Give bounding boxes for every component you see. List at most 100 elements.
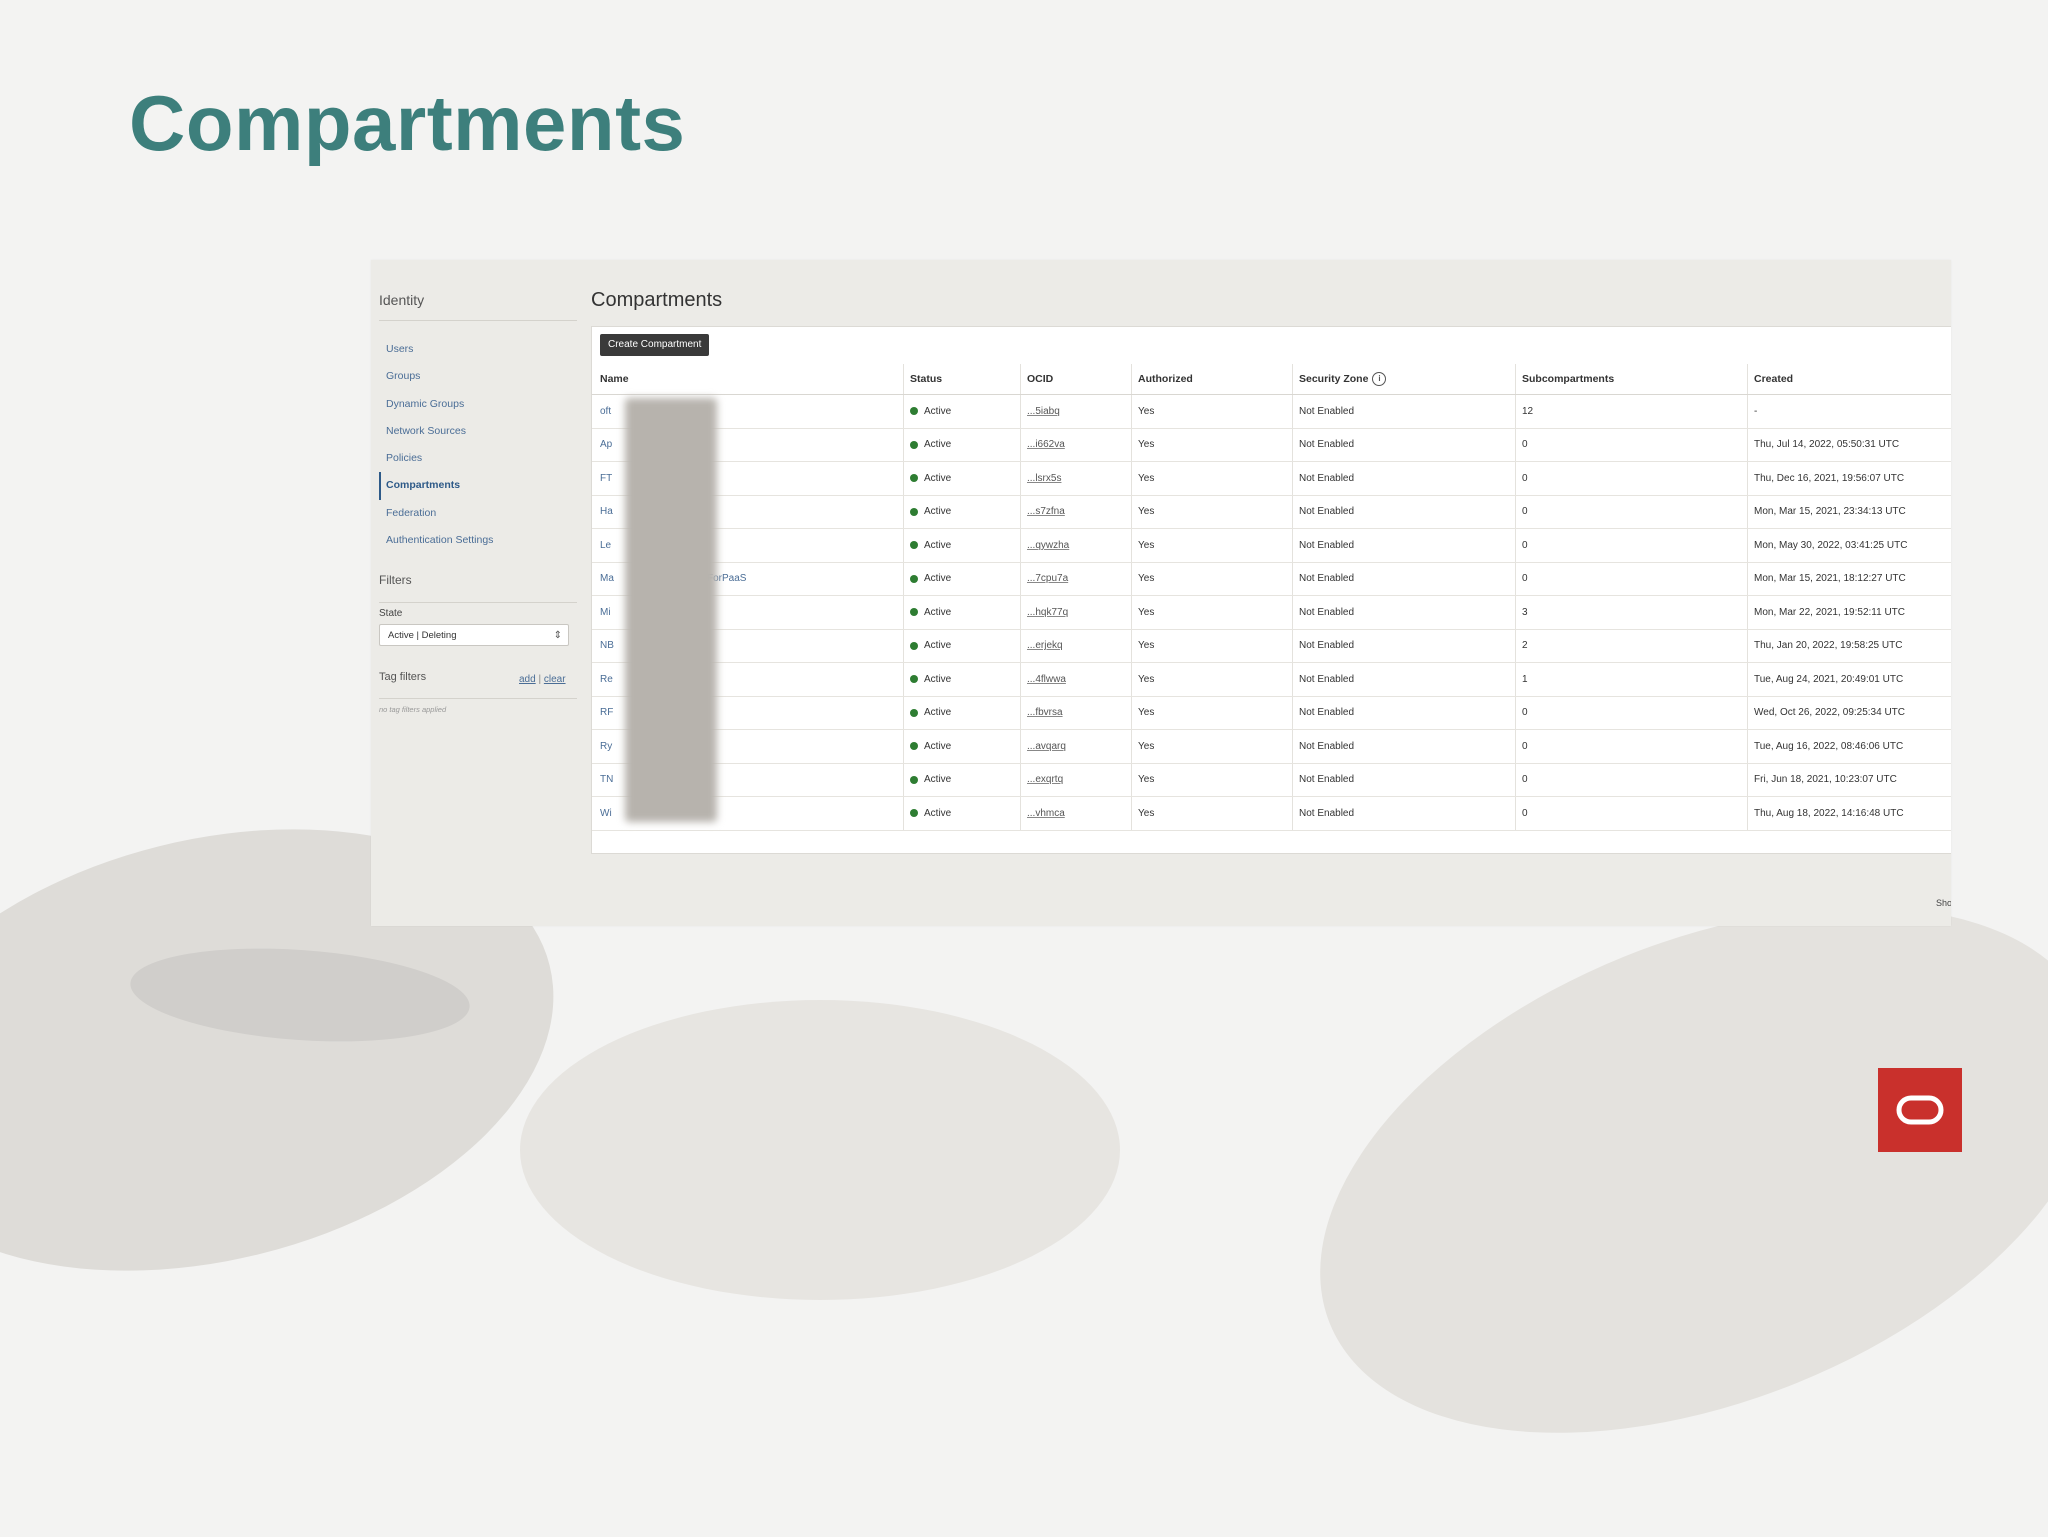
sub-value: 3 (1522, 606, 1528, 618)
sidebar-item-users[interactable]: Users (379, 336, 579, 363)
compartment-name-link[interactable]: Re (600, 674, 613, 685)
compartment-name-link[interactable]: Ry (600, 741, 612, 752)
info-icon[interactable]: i (1372, 372, 1387, 386)
column-separator (1020, 529, 1021, 562)
state-select[interactable]: Active | Deleting ⇕ (379, 624, 569, 646)
authorized-value: Yes (1138, 807, 1155, 819)
authorized-value: Yes (1138, 740, 1155, 752)
table-row: RF Active ...fbvrsa Yes Not Enabled 0 Wed, Oct… (592, 696, 1951, 730)
sub-value: 0 (1522, 506, 1528, 518)
ocid-link[interactable]: ...lsrx5s (1027, 473, 1061, 484)
column-separator (1747, 730, 1748, 763)
ocid-link[interactable]: ...qywzha (1027, 540, 1069, 551)
table-row: Ma ForPaaS Active ...7cpu7a Yes Not Enabled 0 M… (592, 562, 1951, 596)
compartment-name-link[interactable]: Ha (600, 506, 613, 517)
sidebar-item-network-sources[interactable]: Network Sources (379, 418, 579, 445)
column-header-ocid[interactable]: OCID (1027, 364, 1127, 394)
cell-sub: 1 (1522, 663, 1742, 696)
ocid-link[interactable]: ...erjekq (1027, 640, 1063, 651)
compartment-name-link[interactable]: oft (600, 406, 611, 417)
ocid-link[interactable]: ...s7zfna (1027, 506, 1065, 517)
table-row: TN Active ...exqrtq Yes Not Enabled 0 Fri, Jun… (592, 763, 1951, 797)
column-separator (1292, 562, 1293, 595)
cell-sub: 0 (1522, 563, 1742, 596)
column-separator (903, 797, 904, 830)
table-row: Ha Active ...s7zfna Yes Not Enabled 0 Mon, Mar… (592, 495, 1951, 529)
compartment-name-link[interactable]: Mi (600, 607, 611, 618)
column-separator (1020, 364, 1021, 394)
ocid-link[interactable]: ...vhmca (1027, 808, 1065, 819)
column-separator (903, 629, 904, 662)
status-text: Active (924, 740, 952, 752)
column-header-name[interactable]: Name (600, 364, 900, 394)
ocid-link[interactable]: ...hqk77q (1027, 607, 1068, 618)
column-header-security-zone[interactable]: Security Zone i (1299, 364, 1509, 394)
compartment-name-link[interactable]: NB (600, 640, 614, 651)
zone-value: Not Enabled (1299, 472, 1355, 484)
cell-ocid: ...hqk77q (1027, 596, 1127, 629)
column-header-authorized[interactable]: Authorized (1138, 364, 1288, 394)
compartment-name-link[interactable]: TN (600, 774, 613, 785)
column-separator (1747, 696, 1748, 729)
sidebar-item-dynamic-groups[interactable]: Dynamic Groups (379, 391, 579, 418)
zone-value: Not Enabled (1299, 405, 1355, 417)
cell-sub: 0 (1522, 429, 1742, 462)
table-row: Ap Active ...i662va Yes Not Enabled 0 Thu, Jul… (592, 428, 1951, 462)
ocid-link[interactable]: ...4flwwa (1027, 674, 1066, 685)
ocid-link[interactable]: ...5iabq (1027, 406, 1060, 417)
cell-sub: 0 (1522, 764, 1742, 797)
column-separator (1515, 797, 1516, 830)
created-value: Mon, May 30, 2022, 03:41:25 UTC (1754, 539, 1908, 551)
compartment-name-link[interactable]: RF (600, 707, 613, 718)
column-separator (1515, 529, 1516, 562)
console-screenshot: Identity Users Groups Dynamic Groups Networ… (371, 260, 1951, 926)
column-separator (1020, 495, 1021, 528)
tag-clear-link[interactable]: clear (544, 674, 566, 685)
column-header-created[interactable]: Created (1754, 364, 1951, 394)
sub-value: 2 (1522, 640, 1528, 652)
column-separator (1131, 696, 1132, 729)
created-value: Wed, Oct 26, 2022, 09:25:34 UTC (1754, 707, 1906, 719)
ocid-link[interactable]: ...avqarq (1027, 741, 1066, 752)
column-separator (1292, 797, 1293, 830)
status-text: Active (924, 606, 952, 618)
authorized-value: Yes (1138, 506, 1155, 518)
compartment-name-link[interactable]: FT (600, 473, 612, 484)
sub-value: 1 (1522, 673, 1528, 685)
compartment-name-link[interactable]: Ma (600, 573, 614, 584)
table-row: NB Active ...erjekq Yes Not Enabled 2 Thu, Jan… (592, 629, 1951, 663)
sidebar-item-groups[interactable]: Groups (379, 363, 579, 390)
create-compartment-button[interactable]: Create Compartment (600, 334, 710, 356)
sidebar-item-policies[interactable]: Policies (379, 445, 579, 472)
cell-sub: 0 (1522, 697, 1742, 730)
tag-add-link[interactable]: add (519, 674, 536, 685)
column-separator (1292, 629, 1293, 662)
column-separator (1747, 663, 1748, 696)
compartment-name-link[interactable]: Le (600, 540, 611, 551)
status-text: Active (924, 807, 952, 819)
column-header-subcompartments[interactable]: Subcompartments (1522, 364, 1742, 394)
column-separator (1747, 529, 1748, 562)
column-separator (1131, 462, 1132, 495)
ocid-link[interactable]: ...i662va (1027, 439, 1065, 450)
ocid-link[interactable]: ...fbvrsa (1027, 707, 1063, 718)
zone-value: Not Enabled (1299, 573, 1355, 585)
cell-status: Active (910, 797, 1020, 830)
column-header-status[interactable]: Status (910, 364, 1020, 394)
oracle-logo-icon (1878, 1068, 1962, 1152)
sub-value: 12 (1522, 405, 1534, 417)
column-separator (1020, 797, 1021, 830)
ocid-link[interactable]: ...7cpu7a (1027, 573, 1068, 584)
compartment-name-link[interactable]: Wi (600, 808, 612, 819)
sidebar-item-compartments[interactable]: Compartments (379, 472, 579, 500)
cell-created: Thu, Dec 16, 2021, 19:56:07 UTC (1754, 462, 1951, 495)
sidebar-item-authentication-settings[interactable]: Authentication Settings (379, 527, 579, 554)
table-row: Re Active ...4flwwa Yes Not Enabled 1 Tue, Aug… (592, 663, 1951, 697)
column-separator (1292, 462, 1293, 495)
cell-status: Active (910, 764, 1020, 797)
ocid-link[interactable]: ...exqrtq (1027, 774, 1063, 785)
column-separator (1131, 596, 1132, 629)
cell-ocid: ...4flwwa (1027, 663, 1127, 696)
sidebar-item-federation[interactable]: Federation (379, 500, 579, 527)
compartment-name-link[interactable]: Ap (600, 439, 612, 450)
